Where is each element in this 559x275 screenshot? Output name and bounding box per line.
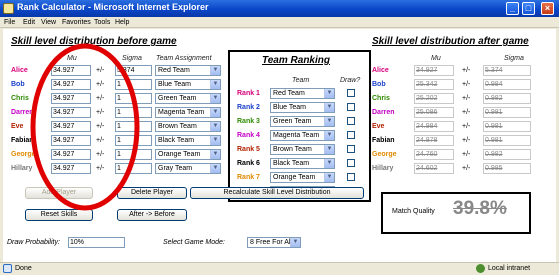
- annotation-layer: [30, 43, 140, 211]
- window-title: Rank Calculator - Microsoft Internet Exp…: [17, 2, 209, 12]
- title-bar[interactable]: Rank Calculator - Microsoft Internet Exp…: [0, 0, 559, 17]
- status-bar: Done Local intranet: [0, 262, 559, 275]
- menu-tools[interactable]: Tools: [94, 17, 110, 28]
- page-content: Skill level distribution before game Mu …: [3, 29, 556, 262]
- menu-bar: File Edit View Favorites Tools Help: [0, 17, 559, 28]
- minimize-button[interactable]: _: [506, 2, 519, 15]
- menu-view[interactable]: View: [41, 17, 56, 28]
- menu-file[interactable]: File: [4, 17, 15, 28]
- menu-favorites[interactable]: Favorites: [62, 17, 91, 28]
- menu-help[interactable]: Help: [115, 17, 129, 28]
- close-button[interactable]: ×: [541, 2, 554, 15]
- ie-app-icon: [3, 3, 14, 14]
- maximize-button[interactable]: □: [522, 2, 535, 15]
- page-icon: [3, 264, 12, 273]
- menu-edit[interactable]: Edit: [23, 17, 35, 28]
- status-text: Done: [15, 265, 32, 272]
- red-circle-annotation: [30, 43, 140, 211]
- zone-text: Local intranet: [488, 265, 531, 272]
- globe-icon: [476, 264, 485, 273]
